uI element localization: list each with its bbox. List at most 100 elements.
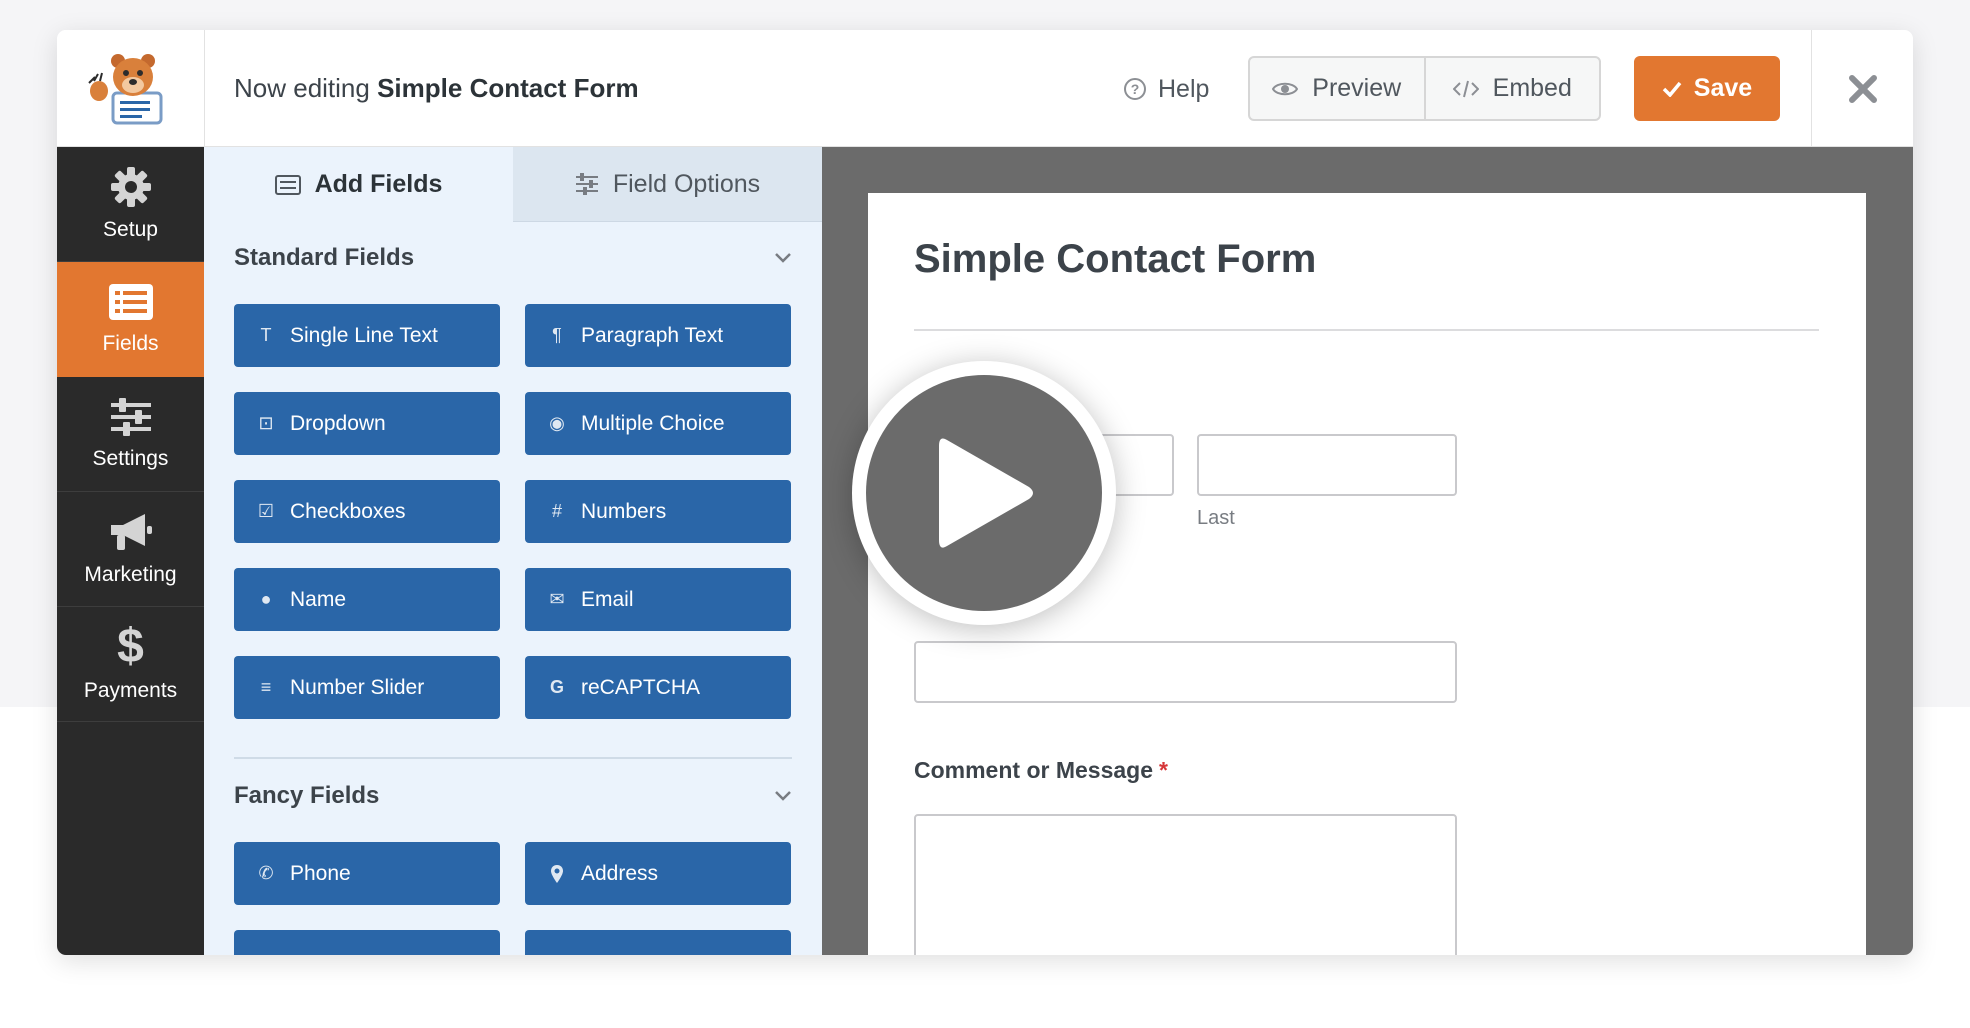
field-button-label: Number Slider — [290, 675, 425, 699]
standard-fields-header[interactable]: Standard Fields — [234, 243, 792, 273]
paragraph-icon: ¶ — [552, 325, 562, 345]
last-sublabel: Last — [1197, 507, 1235, 529]
google-icon: G — [549, 677, 564, 697]
embed-label: Embed — [1492, 74, 1572, 102]
sliders-icon — [575, 173, 598, 195]
close-button[interactable] — [1811, 30, 1913, 147]
field-button-label: Name — [290, 587, 347, 611]
video-play-button[interactable] — [852, 361, 1116, 625]
fancy-fields-header[interactable]: Fancy Fields — [234, 781, 792, 811]
tab-add-fields[interactable]: Add Fields — [204, 147, 513, 222]
field-button-multiple-choice[interactable]: ◉ Multiple Choice — [525, 392, 791, 455]
field-button-label: reCAPTCHA — [581, 675, 701, 699]
form-title: Simple Contact Form — [914, 237, 1317, 281]
panel-tabs: Add Fields Field Options — [204, 147, 822, 222]
section-divider — [234, 757, 792, 759]
form-name: Simple Contact Form — [377, 73, 639, 103]
tab-label: Field Options — [612, 169, 761, 198]
sidebar-item-label: Settings — [92, 447, 169, 470]
dollar-icon: $ — [117, 620, 144, 673]
section-title: Fancy Fields — [234, 782, 380, 809]
sidebar-item-label: Fields — [102, 332, 159, 355]
list-icon — [274, 174, 301, 195]
tab-field-options[interactable]: Field Options — [513, 147, 822, 222]
email-input[interactable] — [914, 641, 1457, 703]
field-button-label: Address — [581, 861, 659, 885]
fields-list-icon — [108, 284, 153, 320]
help-button[interactable]: ? Help — [1124, 72, 1209, 106]
dropdown-icon: ⊡ — [258, 413, 274, 433]
sidebar-item-settings[interactable]: Settings — [57, 377, 204, 492]
play-button-disc — [866, 375, 1102, 611]
page-title: Now editing Simple Contact Form — [234, 30, 639, 147]
hash-icon: # — [551, 501, 562, 521]
check-icon — [1662, 81, 1682, 97]
section-title: Standard Fields — [234, 244, 415, 271]
sliders-icon: ≡ — [260, 677, 272, 697]
help-question-icon: ? — [1124, 78, 1146, 100]
phone-icon: ✆ — [258, 863, 274, 883]
title-divider — [914, 329, 1819, 331]
field-button-label: Email — [581, 587, 634, 611]
field-button-recaptcha[interactable]: G reCAPTCHA — [525, 656, 791, 719]
code-icon — [1452, 80, 1479, 97]
envelope-icon: ✉ — [549, 589, 565, 609]
field-button-label: Multiple Choice — [581, 411, 725, 435]
radio-icon: ◉ — [549, 413, 565, 433]
user-icon: ● — [260, 589, 272, 609]
required-mark: * — [1159, 757, 1168, 783]
field-button-label: Single Line Text — [290, 323, 438, 347]
message-textarea[interactable] — [914, 814, 1457, 955]
chevron-down-icon — [775, 253, 791, 263]
field-button-phone[interactable]: ✆ Phone — [234, 842, 500, 905]
close-icon — [1849, 74, 1877, 103]
text-icon: T — [260, 325, 272, 345]
top-bar: Now editing Simple Contact Form ? Help P… — [57, 30, 1913, 147]
map-pin-icon — [551, 864, 563, 883]
play-icon — [939, 438, 1033, 548]
field-button-name[interactable]: ● Name — [234, 568, 500, 631]
preview-button[interactable]: Preview — [1250, 58, 1424, 119]
help-label: Help — [1158, 74, 1210, 103]
field-button-email[interactable]: ✉ Email — [525, 568, 791, 631]
preview-label: Preview — [1312, 74, 1402, 102]
field-button-checkboxes[interactable]: ☑ Checkboxes — [234, 480, 500, 543]
save-label: Save — [1693, 74, 1753, 102]
sidebar-item-payments[interactable]: $ Payments — [57, 607, 204, 722]
sidebar-item-marketing[interactable]: Marketing — [57, 492, 204, 607]
field-button-address[interactable]: Address — [525, 842, 791, 905]
message-label: Comment or Message * — [914, 757, 1168, 784]
field-button-dropdown[interactable]: ⊡ Dropdown — [234, 392, 500, 455]
tab-label: Add Fields — [314, 170, 443, 198]
field-button-numbers[interactable]: # Numbers — [525, 480, 791, 543]
field-button-label: Numbers — [581, 499, 667, 523]
sidebar-item-label: Payments — [83, 679, 178, 702]
field-button-label: Phone — [290, 861, 351, 885]
field-button-label: Dropdown — [290, 411, 386, 435]
sidebar-item-setup[interactable]: Setup — [57, 147, 204, 262]
fields-panel: Add Fields Field Options Standard Fields — [204, 147, 822, 955]
sidebar-item-label: Setup — [103, 218, 158, 241]
megaphone-icon — [110, 514, 152, 550]
field-button-number-slider[interactable]: ≡ Number Slider — [234, 656, 500, 719]
embed-button[interactable]: Embed — [1423, 58, 1600, 119]
field-button-label: Paragraph Text — [581, 323, 724, 347]
wpforms-logo — [57, 30, 205, 147]
field-button-single-line-text[interactable]: T Single Line Text — [234, 304, 500, 367]
sidebar-item-label: Marketing — [84, 563, 177, 586]
bear-mascot-icon — [87, 53, 162, 124]
field-button[interactable] — [525, 930, 791, 955]
field-button-paragraph-text[interactable]: ¶ Paragraph Text — [525, 304, 791, 367]
field-button[interactable] — [234, 930, 500, 955]
sidebar-item-fields[interactable]: Fields — [57, 262, 204, 377]
sliders-icon — [110, 398, 151, 436]
save-button[interactable]: Save — [1634, 56, 1780, 121]
chevron-down-icon — [775, 791, 791, 801]
title-prefix: Now editing — [234, 73, 370, 103]
preview-embed-group: Preview Embed — [1248, 56, 1601, 121]
last-name-input[interactable] — [1197, 434, 1457, 496]
checkbox-icon: ☑ — [257, 501, 275, 521]
eye-icon — [1272, 82, 1299, 95]
builder-sidebar: Setup Fields Settings Marketing $ Paymen… — [57, 147, 204, 955]
message-label-text: Comment or Message — [914, 757, 1154, 783]
